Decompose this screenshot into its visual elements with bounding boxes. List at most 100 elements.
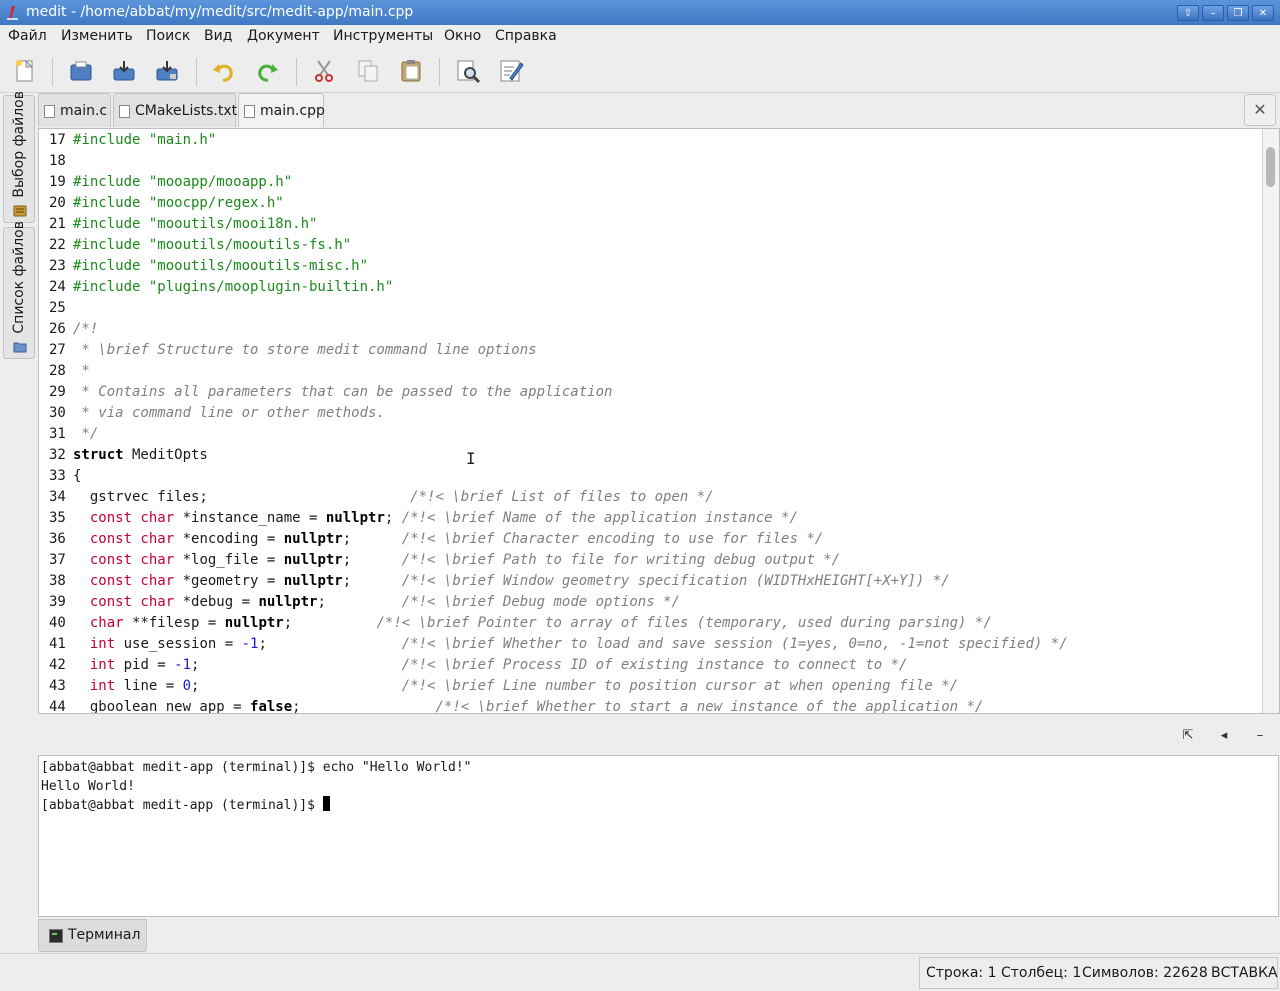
open-icon[interactable] bbox=[68, 58, 94, 84]
code-token: int bbox=[89, 657, 116, 673]
save-as-icon[interactable] bbox=[154, 58, 180, 84]
line-number: 36 bbox=[49, 531, 66, 547]
code-line: 27 * \brief Structure to store medit com… bbox=[49, 340, 537, 361]
terminal-prompt: [abbat@abbat medit-app (terminal)]$ bbox=[41, 798, 323, 813]
code-token: nullptr bbox=[224, 615, 284, 631]
code-line: 26 /*! bbox=[49, 319, 98, 340]
sidebar-tab-file-list[interactable]: Список файлов bbox=[3, 221, 35, 359]
code-token: /*!< \brief Whether to load and save ses… bbox=[401, 636, 1068, 652]
code-token: struct bbox=[73, 447, 124, 463]
menu-document[interactable]: Документ bbox=[247, 28, 320, 44]
menu-edit[interactable]: Изменить bbox=[61, 28, 133, 44]
toolbar-separator bbox=[296, 58, 297, 86]
line-number: 29 bbox=[49, 384, 66, 400]
tab-main-cpp[interactable]: main.cpp bbox=[238, 93, 325, 127]
document-tabs: main.c CMakeLists.txt main.cpp ✕ bbox=[38, 93, 1280, 128]
window-title: medit - /home/abbat/my/medit/src/medit-a… bbox=[26, 4, 414, 20]
code-token: #include bbox=[73, 174, 149, 190]
code-token: ; bbox=[342, 552, 402, 568]
code-line: 42 int pid = -1; /*!< \brief Process ID … bbox=[49, 655, 907, 676]
code-line: 22 #include "mooutils/mooutils-fs.h" bbox=[49, 235, 351, 256]
sidebar-tab-file-selector[interactable]: Выбор файлов bbox=[3, 91, 35, 223]
code-token: false bbox=[250, 699, 293, 714]
maximize-window-button[interactable]: ❐ bbox=[1227, 5, 1249, 21]
editor-scrollbar-thumb[interactable] bbox=[1266, 147, 1275, 187]
code-line: 36 const char *encoding = nullptr; /*!< … bbox=[49, 529, 823, 550]
line-number: 39 bbox=[49, 594, 66, 610]
cut-icon[interactable] bbox=[311, 58, 337, 84]
side-panel: Выбор файлов Список файлов bbox=[0, 91, 38, 953]
status-info: Строка: 1 Столбец: 1 Символов: 22628 ВСТ… bbox=[919, 957, 1278, 989]
shade-window-button[interactable]: ⇧ bbox=[1177, 5, 1199, 21]
minimize-window-button[interactable]: – bbox=[1202, 5, 1224, 21]
terminal-prompt-line: [abbat@abbat medit-app (terminal)]$ bbox=[41, 796, 330, 815]
terminal[interactable]: [abbat@abbat medit-app (terminal)]$ echo… bbox=[38, 755, 1279, 917]
code-line: 23 #include "mooutils/mooutils-misc.h" bbox=[49, 256, 368, 277]
close-document-button[interactable]: ✕ bbox=[1244, 94, 1276, 126]
code-token: nullptr bbox=[325, 510, 385, 526]
code-token: "mooutils/mooutils-fs.h" bbox=[148, 237, 352, 253]
mouse-ibeam-cursor: I bbox=[466, 449, 476, 468]
menu-view[interactable]: Вид bbox=[204, 28, 232, 44]
code-line: 33 { bbox=[49, 466, 81, 487]
code-token: nullptr bbox=[283, 573, 343, 589]
move-panel-button[interactable]: ◂ bbox=[1214, 726, 1234, 746]
redo-icon[interactable] bbox=[255, 58, 281, 84]
menu-help[interactable]: Справка bbox=[495, 28, 557, 44]
editor-scrollbar[interactable] bbox=[1262, 129, 1279, 713]
tab-terminal[interactable]: Терминал bbox=[38, 919, 147, 952]
menu-window[interactable]: Окно bbox=[444, 28, 481, 44]
line-number: 37 bbox=[49, 552, 66, 568]
save-icon[interactable] bbox=[111, 58, 137, 84]
code-token: * Contains all parameters that can be pa… bbox=[73, 384, 613, 400]
preferences-icon[interactable] bbox=[498, 58, 524, 84]
code-token: #include bbox=[73, 279, 149, 295]
menu-tools[interactable]: Инструменты bbox=[333, 28, 433, 44]
code-editor[interactable]: 17 #include "main.h" 18 19 #include "mooapp/… bbox=[38, 128, 1280, 714]
menu-bar: Файл Изменить Поиск Вид Документ Инструм… bbox=[0, 25, 1280, 49]
detach-panel-button[interactable]: ⇱ bbox=[1178, 726, 1198, 746]
tab-main-c[interactable]: main.c bbox=[38, 93, 111, 127]
line-number: 31 bbox=[49, 426, 66, 442]
code-token: const char bbox=[89, 552, 175, 568]
menu-search[interactable]: Поиск bbox=[146, 28, 190, 44]
code-token: line = bbox=[115, 678, 183, 694]
minimize-panel-button[interactable]: – bbox=[1250, 726, 1270, 746]
code-line: 41 int use_session = -1; /*!< \brief Whe… bbox=[49, 634, 1068, 655]
paste-icon[interactable] bbox=[398, 58, 424, 84]
code-line: 24 #include "plugins/mooplugin-builtin.h" bbox=[49, 277, 393, 298]
document-icon bbox=[119, 105, 130, 118]
close-window-button[interactable]: ✕ bbox=[1252, 5, 1274, 21]
line-number: 43 bbox=[49, 678, 66, 694]
code-token: "moocpp/regex.h" bbox=[148, 195, 284, 211]
code-token: "mooutils/mooi18n.h" bbox=[148, 216, 318, 232]
code-token: nullptr bbox=[283, 552, 343, 568]
folder-icon bbox=[13, 342, 27, 353]
new-file-icon[interactable] bbox=[12, 58, 38, 84]
line-number: 24 bbox=[49, 279, 66, 295]
code-token: const char bbox=[89, 573, 175, 589]
code-token: ; bbox=[283, 615, 377, 631]
document-icon bbox=[44, 105, 55, 118]
code-token: /*!< \brief Line number to position curs… bbox=[401, 678, 959, 694]
code-token: /*!< \brief Whether to start a new insta… bbox=[435, 699, 984, 714]
code-line: 38 const char *geometry = nullptr; /*!< … bbox=[49, 571, 950, 592]
code-token: /*!< \brief Path to file for writing deb… bbox=[401, 552, 841, 568]
code-token: #include bbox=[73, 216, 149, 232]
menu-file[interactable]: Файл bbox=[8, 28, 47, 44]
line-number: 27 bbox=[49, 342, 66, 358]
document-icon bbox=[244, 105, 255, 118]
tab-cmakelists[interactable]: CMakeLists.txt bbox=[113, 93, 237, 127]
code-token: */ bbox=[73, 426, 99, 442]
line-number: 20 bbox=[49, 195, 66, 211]
terminal-icon bbox=[49, 929, 63, 943]
find-icon[interactable] bbox=[455, 58, 481, 84]
code-token: int bbox=[89, 636, 116, 652]
copy-icon[interactable] bbox=[355, 58, 381, 84]
code-token: nullptr bbox=[258, 594, 318, 610]
line-number: 25 bbox=[49, 300, 66, 316]
undo-icon[interactable] bbox=[210, 58, 236, 84]
line-number: 35 bbox=[49, 510, 66, 526]
